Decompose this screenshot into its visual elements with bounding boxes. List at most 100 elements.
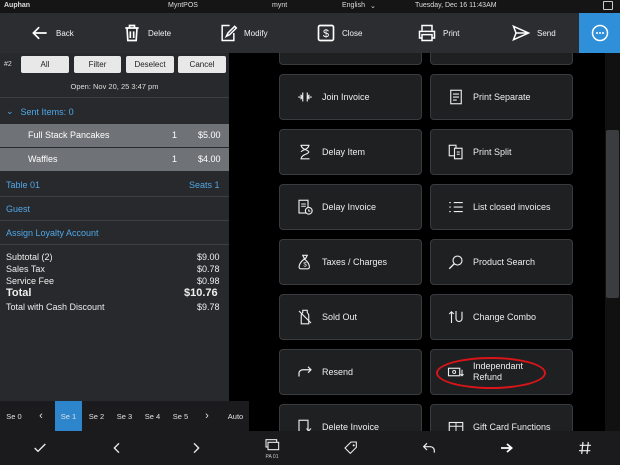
bottom-bar: PA 01 bbox=[0, 431, 620, 465]
seats-link[interactable]: Seats 1 bbox=[189, 180, 220, 190]
sold-out-button[interactable]: Sold Out bbox=[279, 294, 422, 340]
list-item[interactable]: Full Stack Pancakes 1 $5.00 bbox=[0, 124, 229, 147]
taxes-charges-button[interactable]: $ Taxes / Charges bbox=[279, 239, 422, 285]
order-panel: #2 All Filter Deselect Cancel Open: Nov … bbox=[0, 53, 229, 401]
total-value: $10.76 bbox=[184, 287, 218, 299]
guest-link[interactable]: Guest bbox=[6, 204, 30, 214]
payment-cards-button[interactable]: PA 01 bbox=[260, 431, 284, 465]
sent-items-header[interactable]: ⌄ Sent Items: 0 bbox=[6, 106, 74, 117]
independant-refund-button[interactable]: Independant Refund bbox=[430, 349, 573, 395]
print-separate-button[interactable]: Print Separate bbox=[430, 74, 573, 120]
check-icon[interactable] bbox=[30, 431, 50, 465]
tax-value: $0.78 bbox=[197, 264, 220, 274]
action-label: Delay Invoice bbox=[322, 201, 377, 212]
item-qty: 1 bbox=[172, 130, 178, 140]
arrow-right-icon[interactable] bbox=[497, 431, 517, 465]
toolbar: Back Delete Modify $ Close Print Send bbox=[0, 13, 620, 53]
scrollbar-thumb[interactable] bbox=[606, 130, 619, 298]
auto-seat-button[interactable]: Auto bbox=[222, 401, 249, 431]
sent-items-label: Sent Items: 0 bbox=[20, 106, 74, 117]
join-icon bbox=[294, 86, 316, 108]
join-invoice-button[interactable]: Join Invoice bbox=[279, 74, 422, 120]
trash-icon bbox=[125, 24, 139, 42]
undo-icon[interactable] bbox=[419, 431, 439, 465]
action-label: Change Combo bbox=[473, 311, 537, 322]
delete-button[interactable]: Delete bbox=[122, 13, 171, 53]
assign-loyalty-link[interactable]: Assign Loyalty Account bbox=[6, 228, 99, 238]
chevron-left-icon[interactable]: ‹ bbox=[30, 401, 52, 431]
actions-grid: Join Invoice Print Separate Delay Item P… bbox=[249, 53, 605, 431]
delay-invoice-icon bbox=[294, 196, 316, 218]
modify-button[interactable]: Modify bbox=[218, 13, 268, 53]
seat-1-button[interactable]: Se 1 bbox=[55, 401, 82, 431]
item-qty: 1 bbox=[172, 154, 178, 164]
open-time: Open: Nov 20, 25 3:47 pm bbox=[70, 82, 159, 91]
back-label: Back bbox=[56, 28, 74, 38]
deselect-button[interactable]: Deselect bbox=[126, 56, 174, 73]
product-search-button[interactable]: Product Search bbox=[430, 239, 573, 285]
filter-row: #2 All Filter Deselect Cancel bbox=[0, 53, 229, 77]
print-split-icon bbox=[445, 141, 467, 163]
gift-card-icon bbox=[445, 416, 467, 431]
app-name: MyntPOS bbox=[168, 2, 198, 9]
change-combo-icon bbox=[445, 306, 467, 328]
panel-gutter bbox=[229, 53, 249, 401]
datetime: Tuesday, Dec 16 11:43AM bbox=[415, 2, 497, 9]
printer-icon bbox=[418, 24, 436, 42]
print-button[interactable]: Print bbox=[417, 13, 459, 53]
seat-0-button[interactable]: Se 0 bbox=[0, 401, 28, 431]
edit-icon bbox=[221, 24, 238, 42]
tag-icon[interactable] bbox=[341, 431, 361, 465]
seat-5-button[interactable]: Se 5 bbox=[167, 401, 194, 431]
action-card-partial[interactable] bbox=[430, 53, 573, 65]
delete-invoice-button[interactable]: Delete Invoice bbox=[279, 404, 422, 431]
print-split-button[interactable]: Print Split bbox=[430, 129, 573, 175]
action-label: Delete Invoice bbox=[322, 421, 380, 432]
action-label: Join Invoice bbox=[322, 91, 370, 102]
all-button[interactable]: All bbox=[21, 56, 69, 73]
table-link[interactable]: Table 01 bbox=[6, 180, 40, 190]
dollar-box-icon: $ bbox=[317, 24, 335, 42]
action-label: List closed invoices bbox=[473, 201, 551, 212]
message-icon[interactable] bbox=[603, 1, 613, 10]
close-button[interactable]: $ Close bbox=[316, 13, 362, 53]
action-card-partial[interactable] bbox=[279, 53, 422, 65]
tax-label: Sales Tax bbox=[6, 264, 45, 274]
item-name: Waffles bbox=[28, 154, 58, 164]
print-label: Print bbox=[443, 28, 460, 38]
more-options-button[interactable] bbox=[579, 13, 620, 53]
delay-item-button[interactable]: Delay Item bbox=[279, 129, 422, 175]
divider bbox=[0, 196, 229, 197]
delay-invoice-button[interactable]: Delay Invoice bbox=[279, 184, 422, 230]
seat-4-button[interactable]: Se 4 bbox=[139, 401, 166, 431]
seat-3-button[interactable]: Se 3 bbox=[111, 401, 138, 431]
action-label: Gift Card Functions bbox=[473, 421, 551, 432]
subtotal-label: Subtotal (2) bbox=[6, 252, 53, 262]
divider bbox=[0, 97, 229, 98]
send-button[interactable]: Send bbox=[511, 13, 556, 53]
total-label: Total bbox=[6, 287, 32, 299]
change-combo-button[interactable]: Change Combo bbox=[430, 294, 573, 340]
refund-icon bbox=[445, 361, 467, 383]
cancel-button[interactable]: Cancel bbox=[178, 56, 226, 73]
more-icon bbox=[591, 24, 608, 42]
hash-icon[interactable] bbox=[575, 431, 595, 465]
order-number: #2 bbox=[4, 61, 12, 68]
resend-button[interactable]: Resend bbox=[279, 349, 422, 395]
chevron-left-icon[interactable] bbox=[107, 431, 127, 465]
action-label: Independant Refund bbox=[473, 361, 524, 382]
list-item[interactable]: Waffles 1 $4.00 bbox=[0, 148, 229, 171]
svg-text:$: $ bbox=[303, 263, 307, 269]
arrow-left-icon bbox=[32, 26, 47, 40]
list-closed-invoices-button[interactable]: List closed invoices bbox=[430, 184, 573, 230]
chevron-right-icon[interactable]: › bbox=[196, 401, 218, 431]
language-select[interactable]: English bbox=[342, 2, 365, 9]
chevron-down-icon[interactable]: ⌄ bbox=[370, 2, 376, 10]
seat-2-button[interactable]: Se 2 bbox=[83, 401, 110, 431]
divider bbox=[0, 220, 229, 221]
filter-button[interactable]: Filter bbox=[74, 56, 121, 73]
item-name: Full Stack Pancakes bbox=[28, 130, 110, 140]
gift-card-functions-button[interactable]: Gift Card Functions bbox=[430, 404, 573, 431]
chevron-right-icon[interactable] bbox=[186, 431, 206, 465]
back-button[interactable]: Back bbox=[30, 13, 74, 53]
